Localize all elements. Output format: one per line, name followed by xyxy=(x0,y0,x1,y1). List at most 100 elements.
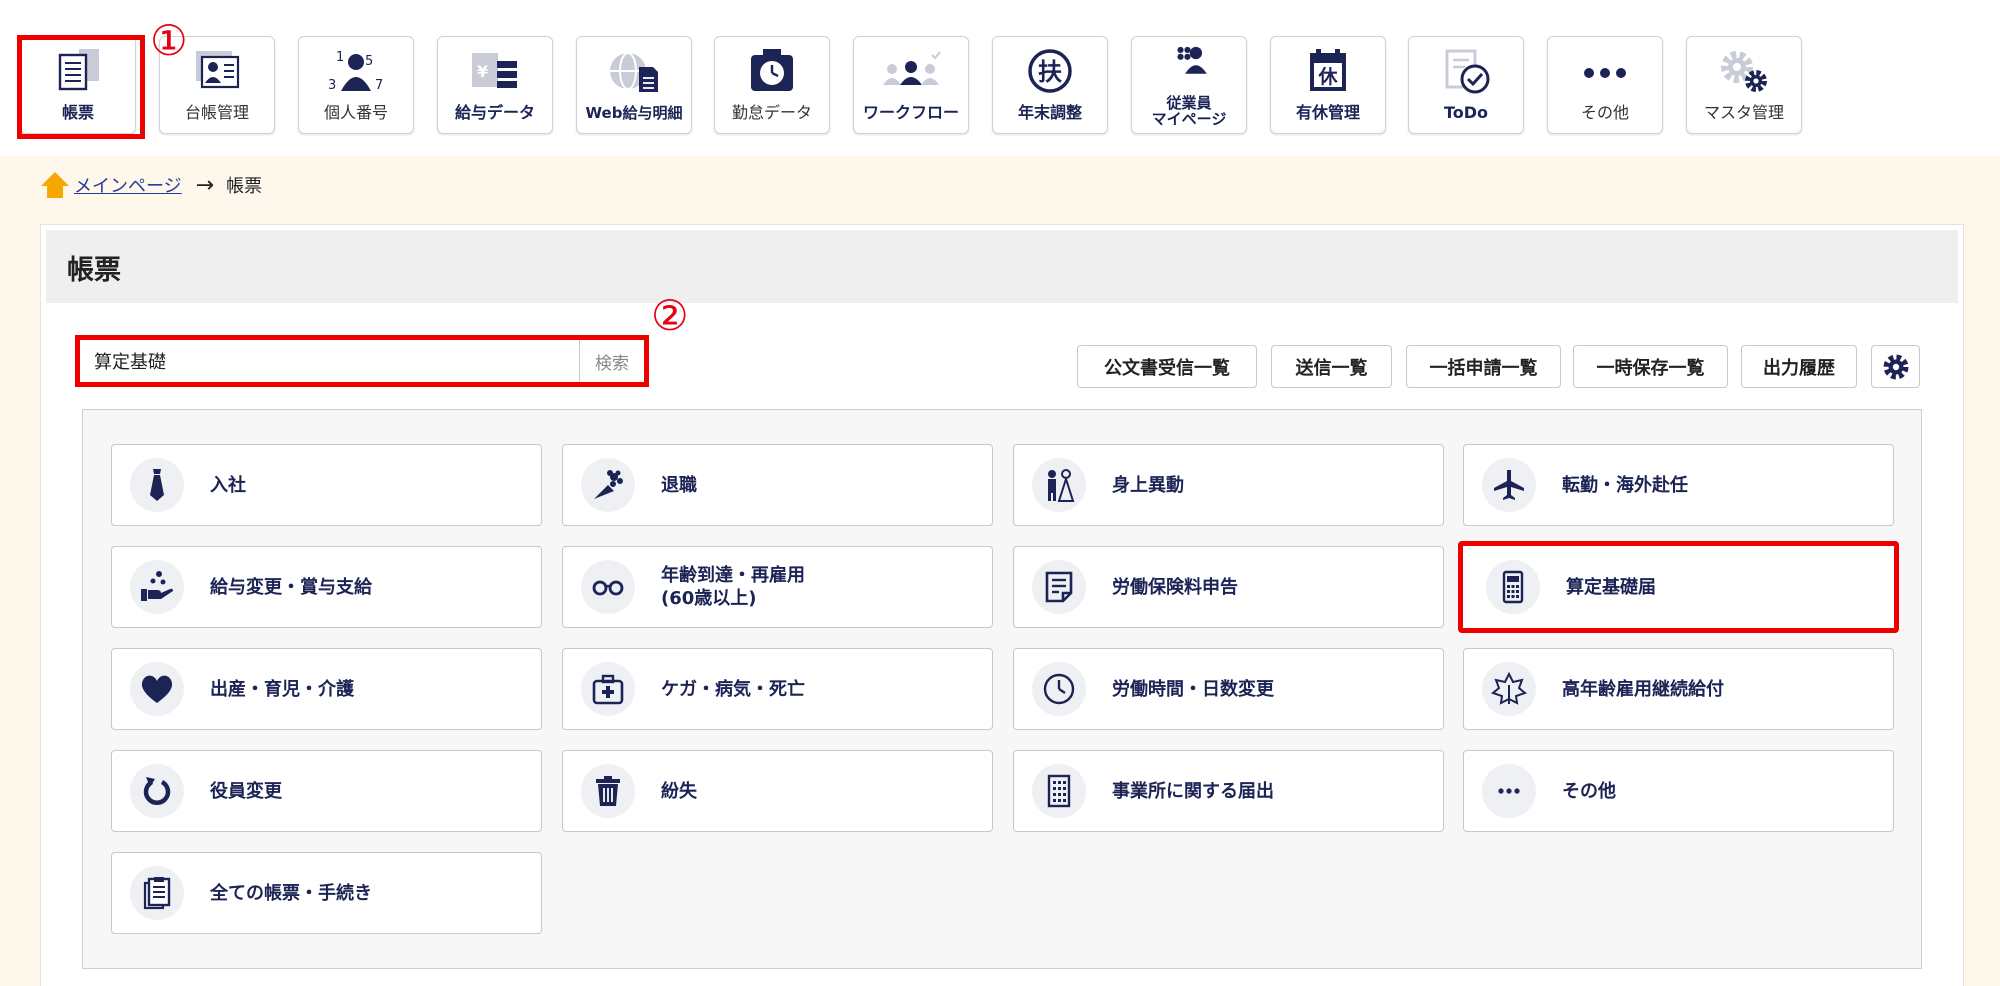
category-icon-bg xyxy=(130,866,184,920)
nav-web-payslip[interactable]: Web給与明細 xyxy=(576,36,692,134)
breadcrumb: メインページ → 帳票 xyxy=(40,170,262,200)
category-joining[interactable]: 入社 xyxy=(111,444,542,526)
nav-year-end-adjustment[interactable]: 扶 年末調整 xyxy=(992,36,1108,134)
svg-text:休: 休 xyxy=(1317,66,1338,88)
forms-panel: 帳票 検索 ② 公文書受信一覧 送信一覧 一括申請一覧 一時保存一覧 出力履歴 xyxy=(40,224,1964,986)
category-label: 紛失 xyxy=(661,780,697,802)
output-history-button[interactable]: 出力履歴 xyxy=(1741,345,1857,388)
nav-label: Web給与明細 xyxy=(585,104,683,122)
category-label: 年齢到達・再雇用 (60歳以上) xyxy=(661,565,805,609)
workflow-icon xyxy=(883,51,941,85)
calculator-icon xyxy=(1502,570,1524,604)
bouquet-icon xyxy=(594,470,623,499)
page-title: 帳票 xyxy=(67,255,121,286)
category-label: 労働保険料申告 xyxy=(1112,576,1238,598)
category-icon-bg xyxy=(1032,764,1086,818)
search-button[interactable]: 検索 xyxy=(580,340,644,382)
category-icon-bg xyxy=(130,458,184,512)
gear-icon xyxy=(1883,354,1908,379)
top-navigation: 帳票 台帳管理 1 5 3 7 個人番号 ¥ 給与データ Web給与明細 勤怠デ… xyxy=(0,0,2000,156)
panel-header: 帳票 xyxy=(46,230,1958,303)
bulk-application-list-button[interactable]: 一括申請一覧 xyxy=(1406,345,1561,388)
category-age-reemployment[interactable]: 年齢到達・再雇用 (60歳以上) xyxy=(562,546,993,628)
category-lost[interactable]: 紛失 xyxy=(562,750,993,832)
search-box: 検索 xyxy=(75,335,649,387)
nav-label: ToDo xyxy=(1443,103,1489,122)
category-childcare-nursing[interactable]: 出産・育児・介護 xyxy=(111,648,542,730)
category-office-notifications[interactable]: 事業所に関する届出 xyxy=(1013,750,1444,832)
clipboard-icon xyxy=(143,877,171,910)
breadcrumb-home-link[interactable]: メインページ xyxy=(74,172,182,198)
category-label: 給与変更・賞与支給 xyxy=(210,576,372,598)
main-content: メインページ → 帳票 帳票 検索 ② 公文書受信一覧 送信一覧 一括申請一覧 … xyxy=(0,156,2000,986)
svg-text:5: 5 xyxy=(365,54,373,69)
first-aid-icon xyxy=(592,674,624,705)
category-icon-bg xyxy=(130,662,184,716)
glasses-icon xyxy=(592,580,624,596)
category-labor-insurance[interactable]: 労働保険料申告 xyxy=(1013,546,1444,628)
nav-master-settings[interactable]: マスタ管理 xyxy=(1686,36,1802,134)
category-icon-bg xyxy=(581,458,635,512)
settings-button[interactable] xyxy=(1871,345,1920,388)
category-transfer-overseas[interactable]: 転勤・海外赴任 xyxy=(1463,444,1894,526)
received-documents-button[interactable]: 公文書受信一覧 xyxy=(1077,345,1257,388)
category-label: 高年齢雇用継続給付 xyxy=(1562,678,1724,700)
category-icon-bg xyxy=(1482,458,1536,512)
temporary-save-list-button[interactable]: 一時保存一覧 xyxy=(1573,345,1728,388)
nav-label: 従業員 マイページ xyxy=(1151,94,1227,128)
category-icon-bg xyxy=(1032,458,1086,512)
leaf-icon xyxy=(1491,671,1527,705)
category-label: ケガ・病気・死亡 xyxy=(661,678,805,700)
category-label: 身上異動 xyxy=(1112,474,1184,496)
category-officer-change[interactable]: 役員変更 xyxy=(111,750,542,832)
paid-leave-icon: 休 xyxy=(1310,49,1346,91)
category-label: 全ての帳票・手続き xyxy=(210,882,372,904)
category-personal-changes[interactable]: 身上異動 xyxy=(1013,444,1444,526)
nav-paid-leave[interactable]: 休 有休管理 xyxy=(1270,36,1386,134)
building-icon xyxy=(1047,774,1071,808)
category-calculation-basis[interactable]: 算定基礎届 xyxy=(1458,541,1899,633)
category-icon-bg xyxy=(581,764,635,818)
airplane-icon xyxy=(1494,470,1524,500)
category-label: 入社 xyxy=(210,474,246,496)
category-all-forms[interactable]: 全ての帳票・手続き xyxy=(111,852,542,934)
highlight-box-1 xyxy=(17,35,145,139)
category-label: 事業所に関する届出 xyxy=(1112,780,1274,802)
category-injury-illness-death[interactable]: ケガ・病気・死亡 xyxy=(562,648,993,730)
category-elderly-employment[interactable]: 高年齢雇用継続給付 xyxy=(1463,648,1894,730)
nav-attendance[interactable]: 勤怠データ xyxy=(714,36,830,134)
couple-icon xyxy=(1048,469,1075,502)
heart-icon xyxy=(141,675,173,703)
svg-text:7: 7 xyxy=(375,78,383,93)
nav-workflow[interactable]: ワークフロー xyxy=(853,36,969,134)
search-input[interactable] xyxy=(80,340,580,382)
salary-hand-icon xyxy=(141,571,173,601)
nav-personal-number[interactable]: 1 5 3 7 個人番号 xyxy=(298,36,414,134)
category-working-hours[interactable]: 労働時間・日数変更 xyxy=(1013,648,1444,730)
category-icon-bg xyxy=(1482,662,1536,716)
more-icon xyxy=(1584,68,1626,78)
todo-icon xyxy=(1445,49,1490,94)
nav-payroll-data[interactable]: ¥ 給与データ xyxy=(437,36,553,134)
breadcrumb-current: 帳票 xyxy=(226,176,263,197)
category-retirement[interactable]: 退職 xyxy=(562,444,993,526)
sent-list-button[interactable]: 送信一覧 xyxy=(1271,345,1392,388)
nav-label: 有休管理 xyxy=(1295,103,1360,122)
category-others[interactable]: その他 xyxy=(1463,750,1894,832)
more-icon xyxy=(1498,788,1520,794)
nav-others[interactable]: その他 xyxy=(1547,36,1663,134)
web-payslip-icon xyxy=(610,52,658,92)
category-icon-bg xyxy=(1482,764,1536,818)
nav-employee-mypage[interactable]: 従業員 マイページ xyxy=(1131,36,1247,134)
category-icon-bg xyxy=(581,560,635,614)
nav-todo[interactable]: ToDo xyxy=(1408,36,1524,134)
arrow-right-icon: → xyxy=(195,172,215,198)
step-marker-1: ① xyxy=(150,16,188,65)
step-marker-2: ② xyxy=(651,291,689,340)
category-icon-bg xyxy=(130,764,184,818)
svg-text:1: 1 xyxy=(336,50,344,65)
category-salary-bonus[interactable]: 給与変更・賞与支給 xyxy=(111,546,542,628)
category-icon-bg xyxy=(1486,560,1540,614)
year-end-adjustment-icon: 扶 xyxy=(1028,49,1072,93)
nav-label: ワークフロー xyxy=(862,103,959,122)
